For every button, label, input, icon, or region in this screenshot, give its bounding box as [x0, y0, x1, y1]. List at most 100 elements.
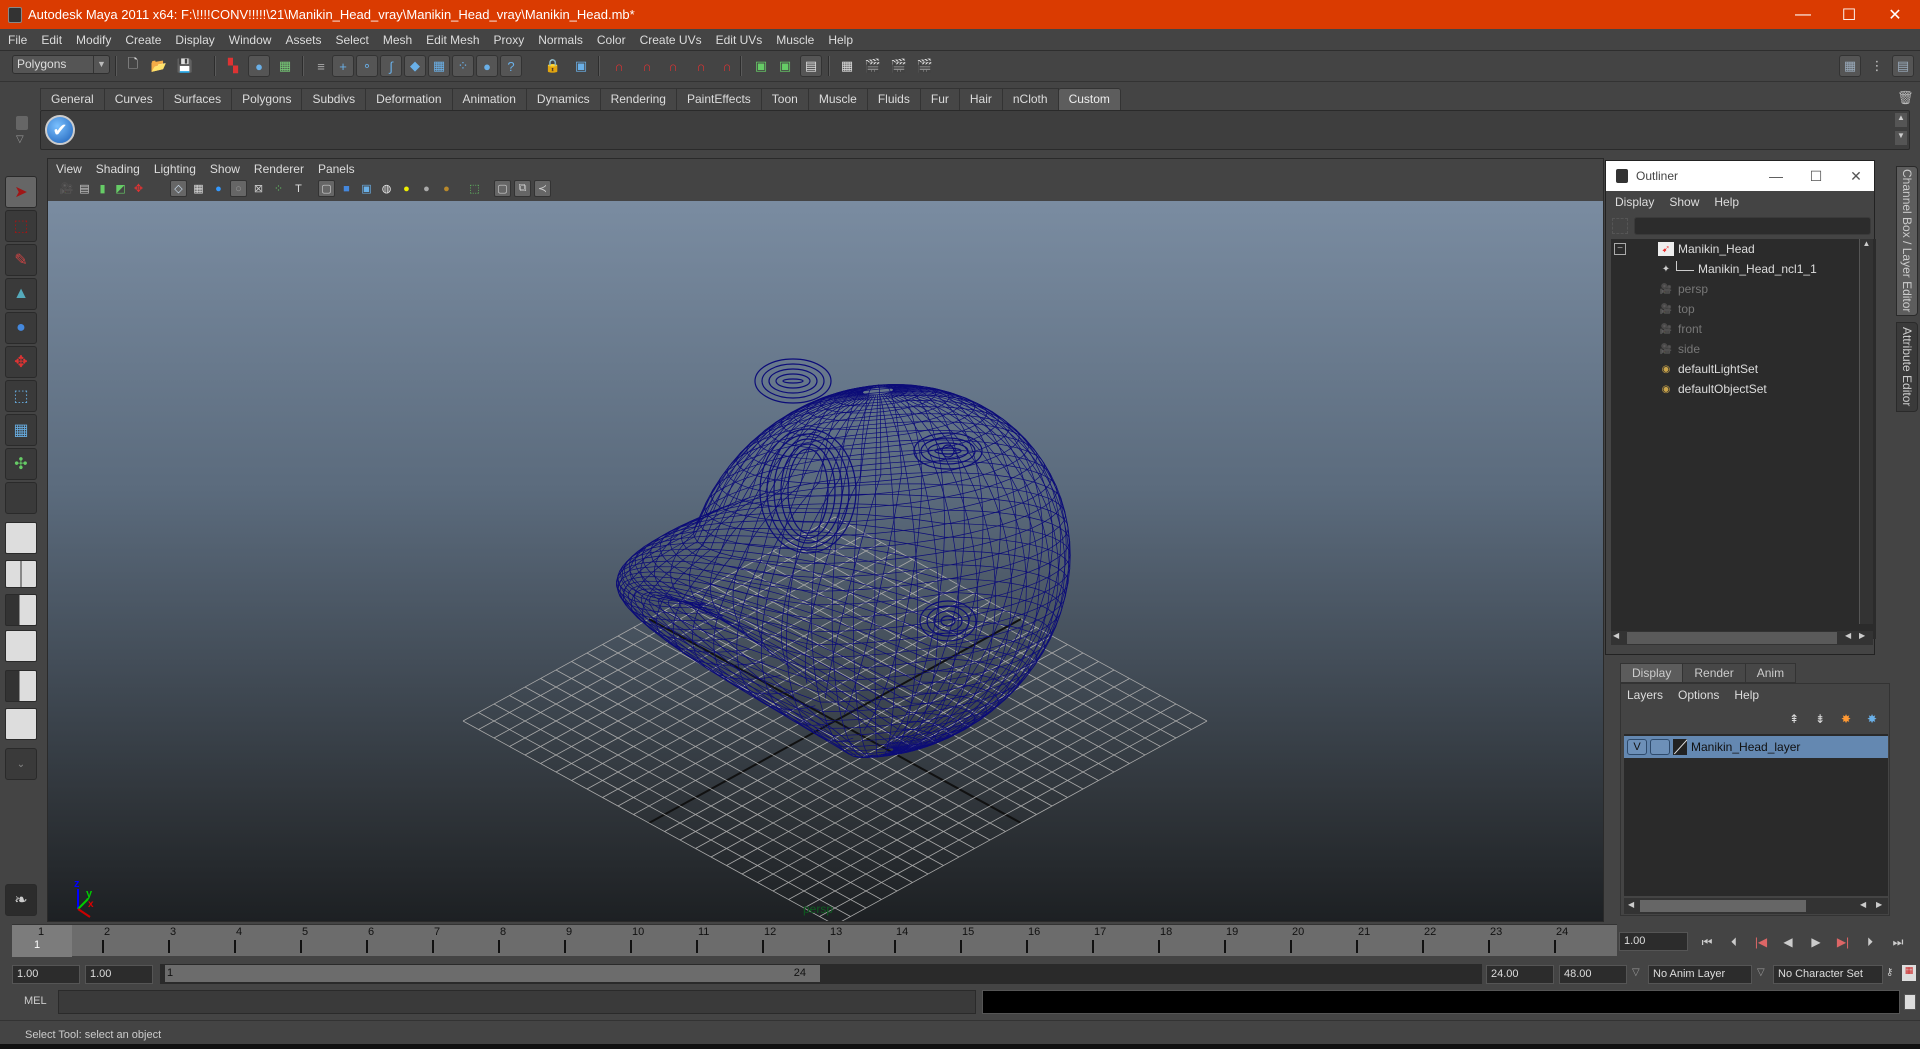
- shelf-tab-animation[interactable]: Animation: [451, 88, 527, 110]
- shelf-tab-painteffects[interactable]: PaintEffects: [675, 88, 762, 110]
- menu-muscle[interactable]: Muscle: [776, 33, 814, 47]
- menu-normals[interactable]: Normals: [538, 33, 583, 47]
- ipr-render-icon[interactable]: 🎬: [888, 55, 910, 77]
- panel-menu-renderer[interactable]: Renderer: [254, 162, 304, 176]
- layer-menu-options[interactable]: Options: [1678, 688, 1719, 702]
- outliner-filter-input[interactable]: [1634, 217, 1871, 235]
- move-tool-icon[interactable]: ▲: [5, 278, 37, 310]
- create-layer-from-selected-icon[interactable]: ✸: [1861, 710, 1883, 728]
- backface-culling-icon[interactable]: ▣: [358, 180, 375, 197]
- layer-row[interactable]: V Manikin_Head_layer: [1624, 736, 1888, 758]
- step-back-key-icon[interactable]: |◀: [1751, 934, 1771, 950]
- scroll-right-icon[interactable]: ▶: [1876, 900, 1882, 909]
- use-all-lights-icon[interactable]: T: [290, 180, 307, 197]
- construction-history-icon[interactable]: ∩: [608, 55, 630, 77]
- outliner-item[interactable]: 🎥 side: [1611, 339, 1851, 359]
- outliner-horizontal-scrollbar[interactable]: ◀ ◀ ▶: [1611, 631, 1873, 645]
- xray-icon[interactable]: ▢: [318, 180, 335, 197]
- close-button[interactable]: ✕: [1872, 0, 1918, 29]
- multisample-aa-icon[interactable]: ⧉: [514, 180, 531, 197]
- outliner-item[interactable]: 🎥 top: [1611, 299, 1851, 319]
- tab-channel-box-layer-editor[interactable]: Channel Box / Layer Editor: [1896, 166, 1918, 316]
- time-slider[interactable]: 1 1 2 3 4 5 6 7 8 9 10 11 12 13 14 15 16 17 18 19 20 21 22 23 2…: [12, 924, 1617, 957]
- layer-visibility-toggle[interactable]: V: [1627, 739, 1647, 755]
- make-live-icon[interactable]: ●: [476, 55, 498, 77]
- menu-create[interactable]: Create: [125, 33, 161, 47]
- step-back-frame-icon[interactable]: ⏴: [1724, 934, 1744, 950]
- manikin-head-wireframe[interactable]: [616, 358, 1071, 758]
- layout-dropdown-icon[interactable]: ⌄: [5, 748, 37, 780]
- menu-color[interactable]: Color: [597, 33, 626, 47]
- smooth-shade-icon[interactable]: ●: [210, 180, 227, 197]
- outliner-persp-layout-icon[interactable]: [5, 594, 37, 626]
- chevron-down-icon[interactable]: ▽: [1757, 967, 1765, 978]
- move-layer-down-icon[interactable]: ⇟: [1809, 710, 1831, 728]
- lasso-tool-icon[interactable]: ⬚: [5, 210, 37, 242]
- shelf-tab-fur[interactable]: Fur: [919, 88, 960, 110]
- step-forward-key-icon[interactable]: ▶|: [1833, 934, 1853, 950]
- tool-settings-toggle-icon[interactable]: ⋮: [1866, 55, 1888, 77]
- checker-texture-icon[interactable]: ◍: [378, 180, 395, 197]
- auto-key-icon[interactable]: ⚷: [1886, 967, 1893, 978]
- minimize-button[interactable]: —: [1780, 0, 1826, 29]
- shelf-tab-deformation[interactable]: Deformation: [365, 88, 453, 110]
- command-language-label[interactable]: MEL: [24, 995, 47, 1007]
- outliner-menu-display[interactable]: Display: [1615, 195, 1654, 209]
- outliner-close-button[interactable]: ✕: [1836, 161, 1876, 191]
- persp-outliner-graph-layout-icon[interactable]: [5, 708, 37, 740]
- panel-menu-view[interactable]: View: [56, 162, 82, 176]
- default-material-icon[interactable]: ■: [338, 180, 355, 197]
- snap-to-grid-icon[interactable]: +: [332, 55, 354, 77]
- image-plane-icon[interactable]: ◩: [112, 180, 129, 197]
- shelf-scroll-up-icon[interactable]: ▲: [1895, 113, 1907, 127]
- snap-magnet-point-icon[interactable]: ∩: [662, 55, 684, 77]
- shelf-tab-dynamics[interactable]: Dynamics: [525, 88, 601, 110]
- menu-edit-uvs[interactable]: Edit UVs: [716, 33, 763, 47]
- film-gate-icon[interactable]: ▦: [190, 180, 207, 197]
- default-light-icon[interactable]: ●: [398, 180, 415, 197]
- panel-menu-shading[interactable]: Shading: [96, 162, 140, 176]
- outliner-item[interactable]: ✦ Manikin_Head_ncl1_1: [1611, 259, 1851, 279]
- outliner-menu-show[interactable]: Show: [1669, 195, 1699, 209]
- menu-window[interactable]: Window: [229, 33, 272, 47]
- layer-menu-layers[interactable]: Layers: [1627, 688, 1663, 702]
- paint-select-tool-icon[interactable]: ✎: [5, 244, 37, 276]
- last-used-tool-icon[interactable]: [5, 482, 37, 514]
- scroll-left-icon[interactable]: ◀: [1613, 631, 1619, 640]
- layer-menu-help[interactable]: Help: [1734, 688, 1759, 702]
- checkmark-shelf-button-icon[interactable]: ✔: [45, 115, 75, 145]
- menu-set-selector[interactable]: Polygons ▼: [12, 55, 110, 74]
- rotate-tool-icon[interactable]: ●: [5, 312, 37, 344]
- scroll-left-icon[interactable]: ◀: [1845, 631, 1851, 640]
- scroll-left-icon[interactable]: ◀: [1628, 900, 1634, 909]
- snap-to-point-icon[interactable]: ∫: [380, 55, 402, 77]
- shelf-tab-hair[interactable]: Hair: [958, 88, 1003, 110]
- save-scene-icon[interactable]: 💾: [174, 55, 196, 77]
- outliner-maximize-button[interactable]: ☐: [1796, 161, 1836, 191]
- shelf-tab-custom[interactable]: Custom: [1057, 88, 1121, 110]
- tab-attribute-editor[interactable]: Attribute Editor: [1896, 322, 1918, 412]
- shelf-tab-subdivs[interactable]: Subdivs: [301, 88, 367, 110]
- bookmark-icon[interactable]: ▮: [94, 180, 111, 197]
- soft-modification-tool-icon[interactable]: ▦: [5, 414, 37, 446]
- isolate-select-icon[interactable]: ⬚: [466, 180, 483, 197]
- character-set-selector[interactable]: No Character Set: [1773, 965, 1883, 984]
- snap-to-surface-icon[interactable]: ▦: [428, 55, 450, 77]
- snap-to-view-plane-icon[interactable]: ◆: [404, 55, 426, 77]
- anim-layer-selector[interactable]: No Anim Layer: [1648, 965, 1752, 984]
- selection-mask-icon[interactable]: ≡: [310, 55, 332, 77]
- select-by-component-type-icon[interactable]: ▦: [274, 55, 296, 77]
- shelf-tab-polygons[interactable]: Polygons: [231, 88, 303, 110]
- input-ops-icon[interactable]: ▣: [750, 55, 772, 77]
- mel-command-input[interactable]: [58, 990, 976, 1014]
- viewport-canvas[interactable]: z y x persp: [48, 201, 1603, 926]
- menu-mesh[interactable]: Mesh: [383, 33, 412, 47]
- four-view-layout-icon[interactable]: [5, 560, 37, 588]
- script-editor-icon[interactable]: [1904, 994, 1916, 1010]
- outliner-minimize-button[interactable]: —: [1756, 161, 1796, 191]
- outliner-item[interactable]: 🎥 front: [1611, 319, 1851, 339]
- scroll-left-icon[interactable]: ◀: [1860, 900, 1866, 909]
- outliner-menu-help[interactable]: Help: [1714, 195, 1739, 209]
- output-ops-icon[interactable]: ▣: [774, 55, 796, 77]
- scrollbar-thumb[interactable]: [1627, 632, 1837, 644]
